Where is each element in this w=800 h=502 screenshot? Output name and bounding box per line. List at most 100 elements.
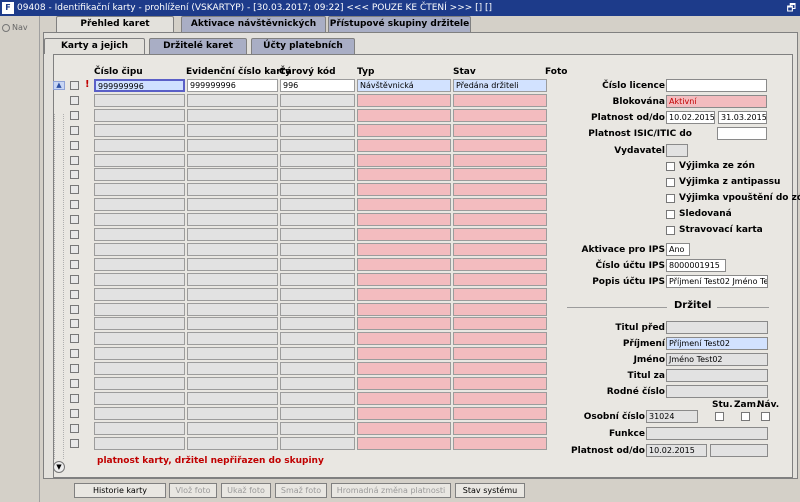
row-checkbox[interactable] (70, 408, 79, 418)
row-checkbox[interactable] (70, 319, 79, 329)
row-checkbox[interactable] (70, 110, 79, 120)
cell-barcode[interactable] (280, 421, 355, 435)
row-checkbox[interactable] (70, 423, 79, 433)
tab-drzitele-karet[interactable]: Držitelé karet (149, 38, 247, 54)
cell-evid[interactable] (187, 242, 278, 256)
ukaz-foto-button[interactable]: Ukaž foto (221, 483, 271, 498)
row-checkbox[interactable] (70, 155, 79, 165)
cell-type[interactable] (357, 168, 451, 182)
cell-state[interactable] (453, 377, 547, 390)
cell-chip[interactable] (94, 242, 185, 256)
row-checkbox[interactable] (70, 200, 79, 210)
row-marker-icon[interactable]: ▲ (53, 81, 65, 90)
stravovaci-karta-checkbox[interactable] (666, 226, 675, 235)
stav-systemu-button[interactable]: Stav systému (455, 483, 525, 498)
cell-chip[interactable] (94, 257, 185, 271)
cell-barcode[interactable] (280, 377, 355, 390)
cell-type[interactable] (357, 123, 451, 137)
nav-checkbox[interactable] (761, 412, 770, 421)
cell-barcode[interactable] (280, 198, 355, 212)
cell-barcode[interactable] (280, 213, 355, 227)
cell-evid[interactable] (187, 123, 278, 137)
cell-evid[interactable] (187, 302, 278, 316)
cell-chip[interactable] (94, 377, 185, 390)
cell-evid[interactable] (187, 287, 278, 301)
platnost-od-field[interactable]: 10.02.2015 (666, 111, 715, 124)
cell-evid[interactable] (187, 391, 278, 405)
tab-aktivace-navstevnickych-karet[interactable]: Aktivace návštěvnických karet (181, 16, 326, 44)
cell-evid[interactable] (187, 436, 278, 450)
row-checkbox[interactable] (70, 274, 79, 284)
platnost-do-field[interactable]: 31.03.2015 (718, 111, 767, 124)
row-checkbox[interactable] (70, 393, 79, 403)
jmeno-field[interactable]: Jméno Test02 (666, 353, 768, 366)
cell-type[interactable] (357, 436, 451, 450)
cell-chip[interactable] (94, 213, 185, 227)
cell-type[interactable] (357, 138, 451, 152)
cell-type[interactable] (357, 228, 451, 241)
cell-type[interactable] (357, 406, 451, 420)
titul-pred-field[interactable] (666, 321, 768, 334)
cell-barcode[interactable] (280, 332, 355, 346)
cell-chip[interactable] (94, 302, 185, 316)
cell-chip[interactable] (94, 332, 185, 346)
cell-barcode[interactable] (280, 257, 355, 271)
cell-state[interactable] (453, 213, 547, 227)
isic-field[interactable] (717, 127, 767, 140)
vyjimka-ze-zon-checkbox[interactable] (666, 162, 675, 171)
cell-barcode[interactable] (280, 317, 355, 331)
cell-state[interactable] (453, 391, 547, 405)
platnost-drzitele-od-field[interactable]: 10.02.2015 (646, 444, 707, 457)
popis-uctu-ips-field[interactable]: Příjmení Test02 Jméno Tes (666, 275, 768, 288)
cell-barcode[interactable] (280, 287, 355, 301)
cell-barcode[interactable] (280, 153, 355, 167)
cell-evid[interactable]: 999999996 (187, 79, 278, 92)
row-checkbox[interactable] (70, 215, 79, 225)
cell-type[interactable] (357, 332, 451, 346)
funkce-field[interactable] (646, 427, 768, 440)
cell-type[interactable] (357, 108, 451, 122)
cell-barcode[interactable] (280, 272, 355, 286)
cell-chip[interactable] (94, 347, 185, 361)
cell-barcode[interactable] (280, 168, 355, 182)
cell-type[interactable] (357, 153, 451, 167)
cell-chip[interactable] (94, 406, 185, 420)
cell-state[interactable] (453, 242, 547, 256)
cell-barcode[interactable] (280, 362, 355, 376)
row-checkbox[interactable] (70, 364, 79, 374)
cell-barcode[interactable] (280, 183, 355, 197)
cell-barcode[interactable] (280, 228, 355, 241)
cell-type[interactable] (357, 257, 451, 271)
cell-type[interactable] (357, 347, 451, 361)
vloz-foto-button[interactable]: Vlož foto (169, 483, 217, 498)
cell-state[interactable] (453, 168, 547, 182)
cell-evid[interactable] (187, 93, 278, 107)
cell-evid[interactable] (187, 421, 278, 435)
row-checkbox[interactable] (70, 95, 79, 105)
aktivace-ips-field[interactable]: Ano (666, 243, 690, 256)
cell-type[interactable]: Návštěvnická (357, 79, 451, 92)
cell-state[interactable] (453, 93, 547, 107)
cell-state[interactable]: Předána držiteli (453, 79, 547, 92)
cell-state[interactable] (453, 138, 547, 152)
cell-type[interactable] (357, 93, 451, 107)
cell-state[interactable] (453, 287, 547, 301)
cell-chip[interactable] (94, 421, 185, 435)
cell-state[interactable] (453, 436, 547, 450)
nav-item[interactable]: Nav (2, 23, 28, 32)
cell-state[interactable] (453, 198, 547, 212)
vyjimka-vpousteni-checkbox[interactable] (666, 194, 675, 203)
cell-type[interactable] (357, 272, 451, 286)
cell-state[interactable] (453, 257, 547, 271)
row-checkbox[interactable] (70, 170, 79, 180)
row-checkbox[interactable] (70, 334, 79, 344)
cell-chip[interactable] (94, 168, 185, 182)
row-checkbox[interactable] (70, 125, 79, 135)
scroll-down-icon[interactable]: ▼ (53, 461, 65, 473)
cell-state[interactable] (453, 108, 547, 122)
cell-chip[interactable]: 999999996 (94, 79, 185, 92)
cell-state[interactable] (453, 153, 547, 167)
row-checkbox[interactable] (70, 244, 79, 254)
cell-barcode[interactable] (280, 93, 355, 107)
cell-chip[interactable] (94, 123, 185, 137)
